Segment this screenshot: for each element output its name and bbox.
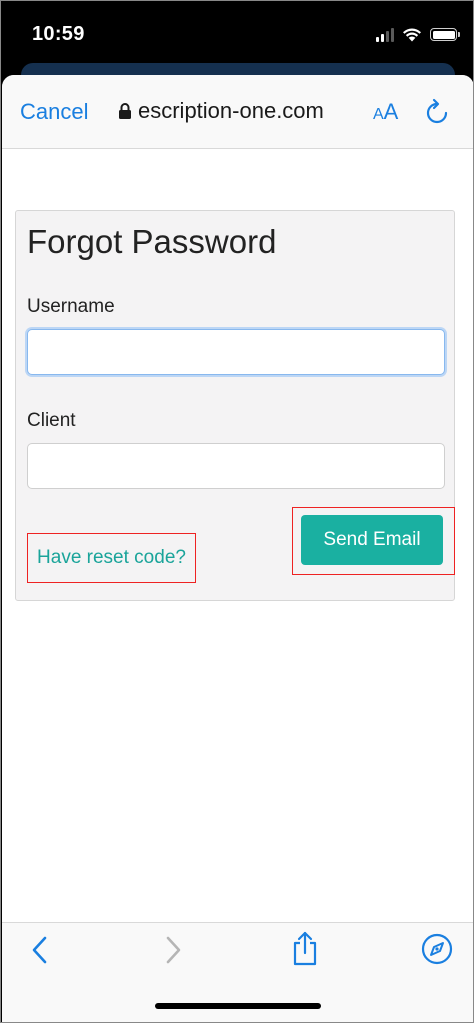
home-indicator[interactable] bbox=[155, 1003, 321, 1009]
cancel-button[interactable]: Cancel bbox=[20, 99, 88, 125]
forgot-password-card: Forgot Password Username Client Have res… bbox=[15, 210, 455, 601]
forward-icon[interactable] bbox=[162, 935, 184, 965]
url-field[interactable]: escription-one.com bbox=[138, 98, 354, 124]
text-size-small-a: A bbox=[373, 106, 384, 123]
username-input[interactable] bbox=[27, 329, 445, 375]
share-icon[interactable] bbox=[290, 931, 320, 967]
username-label: Username bbox=[27, 296, 115, 317]
page-title: Forgot Password bbox=[27, 223, 277, 260]
text-size-button[interactable]: AA bbox=[373, 99, 398, 125]
browser-top-bar: Cancel escription-one.com AA bbox=[2, 75, 473, 149]
battery-icon bbox=[430, 28, 460, 41]
client-label: Client bbox=[27, 410, 76, 431]
back-icon[interactable] bbox=[29, 935, 51, 965]
wifi-icon bbox=[403, 28, 421, 42]
client-input[interactable] bbox=[27, 443, 445, 489]
send-email-highlight: Send Email bbox=[292, 507, 455, 575]
browser-sheet: Cancel escription-one.com AA Forgot Pass… bbox=[2, 75, 473, 1022]
text-size-large-a: A bbox=[383, 99, 399, 124]
compass-icon[interactable] bbox=[421, 933, 453, 965]
lock-icon bbox=[119, 103, 131, 119]
send-email-button[interactable]: Send Email bbox=[301, 515, 443, 565]
status-icons bbox=[376, 27, 460, 42]
status-time: 10:59 bbox=[32, 23, 85, 45]
browser-bottom-toolbar bbox=[2, 922, 473, 1022]
cellular-signal-icon bbox=[376, 27, 394, 42]
reload-icon[interactable] bbox=[425, 98, 449, 126]
status-bar: 10:59 bbox=[1, 1, 473, 63]
have-reset-code-link[interactable]: Have reset code? bbox=[27, 533, 196, 583]
phone-screen: 10:59 Cancel escription-one.com AA Forgo… bbox=[0, 0, 474, 1023]
